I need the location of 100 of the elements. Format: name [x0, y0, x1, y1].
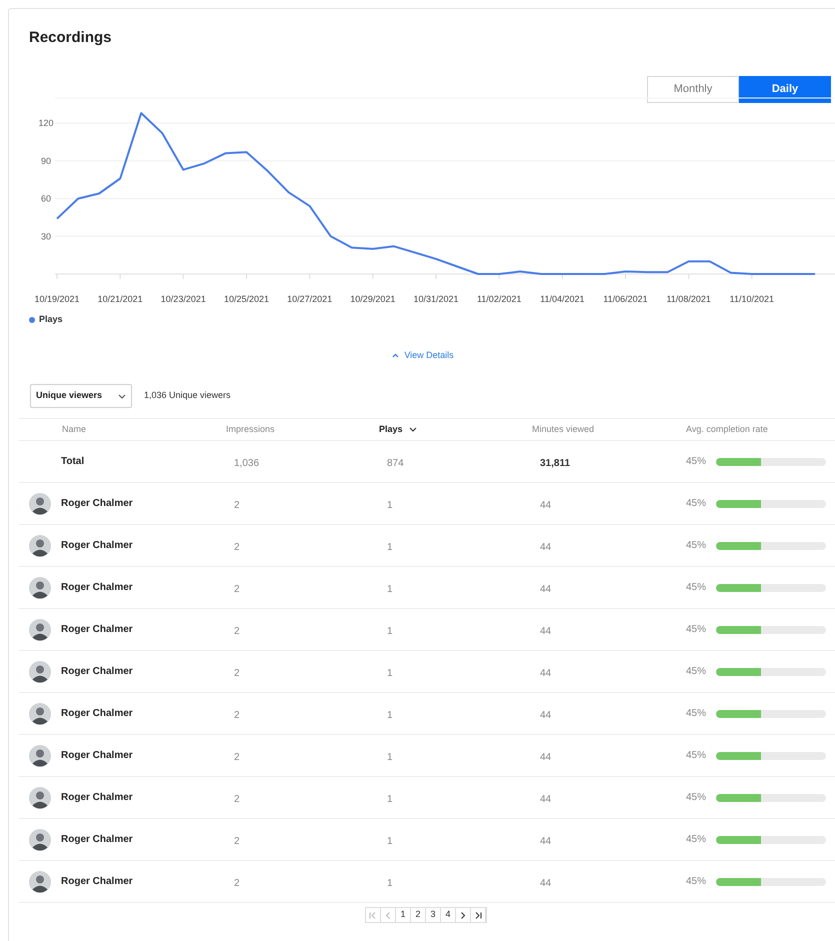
x-axis-label: 10/25/2021 [224, 294, 270, 304]
viewer-count: 1,036 Unique viewers [144, 389, 231, 402]
x-axis-label: 10/23/2021 [160, 294, 206, 304]
avatar-icon [29, 534, 51, 556]
plays-cell: 1 [387, 794, 393, 804]
viewer-name: Roger Chalmer [61, 833, 133, 847]
minutes-cell: 31,811 [540, 458, 570, 468]
y-axis-label: 60 [41, 194, 51, 204]
x-axis-label: 10/27/2021 [287, 294, 332, 304]
viewer-name: Roger Chalmer [61, 749, 133, 763]
completion-rate: 45% [686, 791, 706, 805]
viewer-name: Roger Chalmer [61, 623, 133, 637]
impressions-cell: 2 [234, 794, 240, 804]
view-details-link[interactable]: View Details [392, 348, 454, 362]
avatar-icon [29, 744, 51, 766]
plays-cell: 1 [387, 584, 393, 594]
chevron-down-icon [118, 394, 126, 398]
impressions-cell: 2 [234, 878, 240, 888]
avatar-icon [29, 576, 51, 598]
avatar-icon [29, 492, 51, 514]
viewer-name: Roger Chalmer [61, 791, 133, 805]
page-button[interactable]: 2 [411, 908, 426, 922]
minutes-cell: 44 [540, 878, 552, 888]
impressions-cell: 2 [234, 542, 240, 552]
impressions-cell: 2 [234, 500, 240, 510]
impressions-cell: 2 [234, 836, 240, 846]
minutes-cell: 44 [540, 752, 552, 762]
y-axis-label: 90 [41, 156, 51, 166]
x-axis-label: 10/19/2021 [34, 294, 80, 304]
x-axis-label: 11/02/2021 [476, 294, 522, 304]
avatar-icon [29, 660, 51, 682]
column-header[interactable]: Avg. completion rate [686, 422, 768, 436]
viewer-name: Total [61, 455, 84, 469]
sort-descending-icon[interactable] [408, 427, 417, 432]
avatar-icon [29, 870, 51, 892]
completion-rate: 45% [686, 623, 706, 637]
avatar-icon [29, 786, 51, 808]
first-page-icon [369, 912, 377, 918]
completion-rate: 45% [686, 875, 706, 889]
plays-cell: 1 [387, 668, 393, 678]
plays-cell: 1 [387, 500, 393, 510]
plays-cell: 1 [387, 710, 393, 720]
impressions-cell: 2 [234, 752, 240, 762]
impressions-cell: 2 [234, 626, 240, 636]
completion-rate: 45% [686, 833, 706, 847]
period-tab[interactable]: Daily [739, 76, 831, 103]
minutes-cell: 44 [540, 584, 552, 594]
viewer-name: Roger Chalmer [61, 665, 133, 679]
page-button[interactable]: 1 [396, 908, 411, 922]
impressions-cell: 1,036 [234, 458, 260, 468]
plays-cell: 1 [387, 836, 393, 846]
completion-rate: 45% [686, 497, 706, 511]
column-header[interactable]: Minutes viewed [532, 422, 594, 436]
minutes-cell: 44 [540, 668, 552, 678]
plays-cell: 1 [387, 542, 393, 552]
y-axis-label: 30 [41, 231, 51, 242]
viewer-select[interactable]: Unique viewers [30, 384, 132, 408]
minutes-cell: 44 [540, 794, 552, 804]
x-axis-label: 10/29/2021 [350, 294, 396, 304]
minutes-cell: 44 [540, 626, 552, 636]
plays-cell: 1 [387, 878, 393, 888]
y-axis-label: 120 [38, 118, 54, 128]
impressions-cell: 2 [234, 584, 240, 594]
x-axis-label: 11/04/2021 [540, 294, 585, 304]
completion-rate: 45% [686, 581, 706, 595]
x-axis-label: 11/10/2021 [730, 294, 774, 304]
minutes-cell: 44 [540, 710, 552, 720]
page-button[interactable]: 3 [426, 908, 441, 922]
impressions-cell: 2 [234, 668, 240, 678]
minutes-cell: 44 [540, 542, 552, 552]
page-button[interactable]: 4 [441, 908, 456, 922]
avatar-icon [29, 618, 51, 640]
viewer-name: Roger Chalmer [61, 497, 133, 511]
column-header[interactable]: Impressions [226, 422, 275, 436]
card-title: Recordings [29, 29, 113, 47]
completion-rate: 45% [686, 665, 706, 679]
period-tab[interactable]: Monthly [647, 76, 739, 103]
plays-cell: 1 [387, 626, 393, 636]
x-axis-label: 10/21/2021 [98, 294, 143, 304]
viewer-name: Roger Chalmer [61, 875, 133, 889]
x-axis-label: 11/06/2021 [603, 294, 648, 304]
completion-rate: 45% [686, 749, 706, 763]
viewer-name: Roger Chalmer [61, 539, 133, 553]
viewer-name: Roger Chalmer [61, 581, 133, 595]
minutes-cell: 44 [540, 836, 552, 846]
last-page-icon [474, 912, 482, 918]
x-axis-label: 10/31/2021 [413, 294, 459, 304]
completion-rate: 45% [686, 455, 706, 469]
legend-label: Plays [39, 313, 63, 326]
chevron-up-icon [392, 352, 400, 358]
avatar-icon [29, 702, 51, 724]
column-header[interactable]: Name [62, 422, 86, 436]
viewer-name: Roger Chalmer [61, 707, 133, 721]
x-axis-label: 11/08/2021 [666, 294, 711, 304]
completion-rate: 45% [686, 707, 706, 721]
completion-rate: 45% [686, 539, 706, 553]
plays-cell: 874 [387, 458, 404, 468]
plays-cell: 1 [387, 752, 393, 762]
minutes-cell: 44 [540, 500, 552, 510]
column-header[interactable]: Plays [379, 422, 403, 436]
